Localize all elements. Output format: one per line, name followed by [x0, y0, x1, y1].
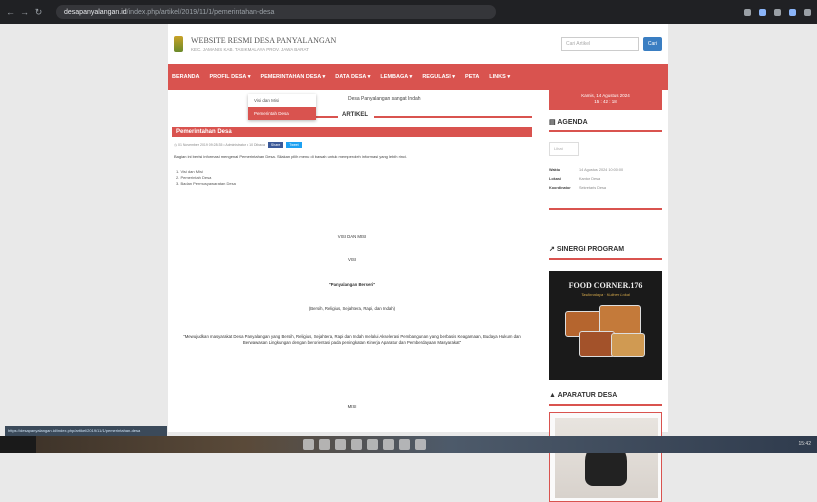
agenda-row: Lokasi Kantor Desa: [549, 177, 600, 181]
program-banner[interactable]: FOOD CORNER.176 Tasikmalaya · Kuliner Lo…: [549, 271, 662, 380]
list-item: 3. Badan Permusyawaratan Desa: [176, 181, 236, 186]
search-input[interactable]: Cari Artikel: [561, 37, 639, 51]
taskbar: 15:42: [0, 436, 817, 453]
agenda-key: Waktu: [549, 168, 561, 172]
app-icon[interactable]: [399, 439, 410, 450]
site-header: WEBSITE RESMI DESA PANYALANGAN KEC. JAMA…: [168, 24, 668, 64]
forward-icon[interactable]: →: [20, 7, 29, 17]
menu-icon[interactable]: [804, 8, 811, 16]
post-title: Pemerintahan Desa: [172, 127, 532, 137]
menu-item-data-desa[interactable]: DATA DESA ▾: [335, 74, 370, 80]
twitter-share-button[interactable]: Tweet: [286, 142, 302, 148]
post-intro: Bagian ini berisi informasi mengenai Pem…: [174, 154, 408, 159]
section-label: ARTIKEL: [342, 112, 368, 118]
dropdown-item-pemerintah-desa[interactable]: Pemerintah Desa: [248, 107, 316, 120]
agenda-row: Waktu 14 Agustus 2024 10:00:00: [549, 168, 623, 172]
user-icon: ▲: [549, 392, 558, 399]
agenda-value: Sekretaris Desa: [579, 186, 607, 190]
post-list: 1. Visi dan Misi 2. Pemerintah Desa 3. B…: [176, 169, 236, 187]
menu-item-links[interactable]: LINKS ▾: [489, 74, 510, 80]
divider: [549, 258, 662, 260]
search-form: Cari Artikel Cari: [561, 37, 662, 51]
url-path: /index.php/artikel/2019/11/1/pemerintaha…: [126, 8, 275, 16]
menu-item-pemerintahan-desa[interactable]: PEMERINTAHAN DESA ▾: [260, 74, 325, 80]
address-bar[interactable]: desapanyalangan.id /index.php/artikel/20…: [56, 5, 496, 19]
agenda-key: Lokasi: [549, 177, 562, 181]
extension-icon[interactable]: [744, 8, 751, 16]
app-icon[interactable]: [415, 439, 426, 450]
sidebar: Kamis, 14 Agustus 2024 15 : 42 : 18 ▤ AG…: [549, 90, 662, 502]
menu-item-beranda[interactable]: BERANDA: [172, 74, 200, 80]
taskbar-clock[interactable]: 15:42: [798, 441, 811, 447]
site-logo[interactable]: [174, 36, 183, 52]
aparatur-photo: [555, 418, 658, 498]
menu-item-lembaga[interactable]: LEMBAGA ▾: [380, 74, 412, 80]
menu-item-profil-desa[interactable]: PROFIL DESA ▾: [210, 74, 251, 80]
dropdown-item-visi-misi[interactable]: Visi dan Misi: [248, 94, 316, 107]
aparatur-card[interactable]: [549, 412, 662, 502]
motto-text: "Panyalangan Berseri": [328, 282, 376, 287]
agenda-tab[interactable]: Lihat: [549, 142, 579, 156]
post-meta: ◷ 01 November 2019 09:28:35 • Administra…: [174, 142, 302, 148]
marquee-text: Desa Panyalangan sangat Indah: [348, 96, 421, 102]
divider: [549, 130, 662, 132]
start-button[interactable]: [0, 436, 36, 453]
web-page: WEBSITE RESMI DESA PANYALANGAN KEC. JAMA…: [168, 24, 668, 502]
food-image: [611, 333, 645, 357]
banner-title: FOOD CORNER.176: [568, 281, 643, 290]
extensions-area: [744, 8, 811, 16]
reload-icon[interactable]: ↻: [34, 7, 43, 18]
status-bar-url: https://desapanyalangan.id/index.php/art…: [5, 426, 167, 436]
divider: [374, 116, 532, 118]
program-title: SINERGI PROGRAM: [556, 246, 625, 253]
divider: [549, 208, 662, 210]
facebook-share-button[interactable]: Share: [267, 142, 284, 148]
visi-heading: VISI: [347, 257, 357, 262]
divider: [549, 404, 662, 406]
explorer-icon[interactable]: [303, 439, 314, 450]
media-icon[interactable]: [367, 439, 378, 450]
agenda-value: 14 Agustus 2024 10:00:00: [579, 168, 624, 172]
menu-item-regulasi[interactable]: REGULASI ▾: [422, 74, 455, 80]
agenda-heading: ▤ AGENDA: [549, 118, 588, 126]
store-icon[interactable]: [335, 439, 346, 450]
agenda-title: AGENDA: [557, 119, 588, 126]
visi-text: "Mewujudkan masyarakat Desa Panyalangan …: [183, 334, 521, 345]
external-link-icon: ↗: [549, 246, 557, 253]
misi-heading: MISI: [347, 404, 357, 409]
aparatur-title: APARATUR DESA: [557, 392, 618, 399]
mail-icon[interactable]: [351, 439, 362, 450]
main-menu: BERANDA PROFIL DESA ▾ PEMERINTAHAN DESA …: [168, 64, 668, 90]
visi-misi-heading: VISI DAN MISI: [337, 234, 367, 239]
back-icon[interactable]: ←: [6, 7, 15, 17]
agenda-row: Koordinator Sekretaris Desa: [549, 186, 606, 190]
agenda-key: Koordinator: [549, 186, 571, 190]
pemerintahan-dropdown: Visi dan Misi Pemerintah Desa: [248, 94, 316, 120]
url-host: desapanyalangan.id: [64, 8, 127, 16]
app-icon[interactable]: [383, 439, 394, 450]
browser-toolbar: ← → ↻ desapanyalangan.id /index.php/arti…: [0, 0, 817, 24]
agenda-value: Kantor Desa: [579, 177, 601, 181]
extension-icon[interactable]: [774, 8, 781, 16]
site-subtitle: KEC. JAMANIS KAB. TASIKMALAYA PROV. JAWA…: [191, 47, 309, 52]
food-image: [579, 331, 615, 357]
date-box: Kamis, 14 Agustus 2024 15 : 42 : 18: [549, 90, 662, 110]
menu-item-peta[interactable]: PETA: [465, 74, 479, 80]
current-time: 15 : 42 : 18: [594, 99, 617, 104]
browser-icon[interactable]: [319, 439, 330, 450]
aparatur-heading: ▲ APARATUR DESA: [549, 392, 617, 399]
banner-subtitle: Tasikmalaya · Kuliner Lokal: [581, 292, 630, 297]
motto-description: (Bersih, Religius, Sejahtera, Rapi, dan …: [308, 306, 396, 311]
site-title[interactable]: WEBSITE RESMI DESA PANYALANGAN: [191, 36, 336, 45]
site-title-block: WEBSITE RESMI DESA PANYALANGAN KEC. JAMA…: [191, 36, 336, 52]
section-heading: ARTIKEL: [172, 112, 532, 122]
search-button[interactable]: Cari: [643, 37, 662, 51]
profile-icon[interactable]: [789, 8, 796, 16]
extension-icon[interactable]: [759, 8, 766, 16]
post-meta-text: ◷ 01 November 2019 09:28:35 • Administra…: [174, 143, 265, 147]
program-heading: ↗ SINERGI PROGRAM: [549, 245, 624, 253]
taskbar-icons: [303, 439, 426, 450]
